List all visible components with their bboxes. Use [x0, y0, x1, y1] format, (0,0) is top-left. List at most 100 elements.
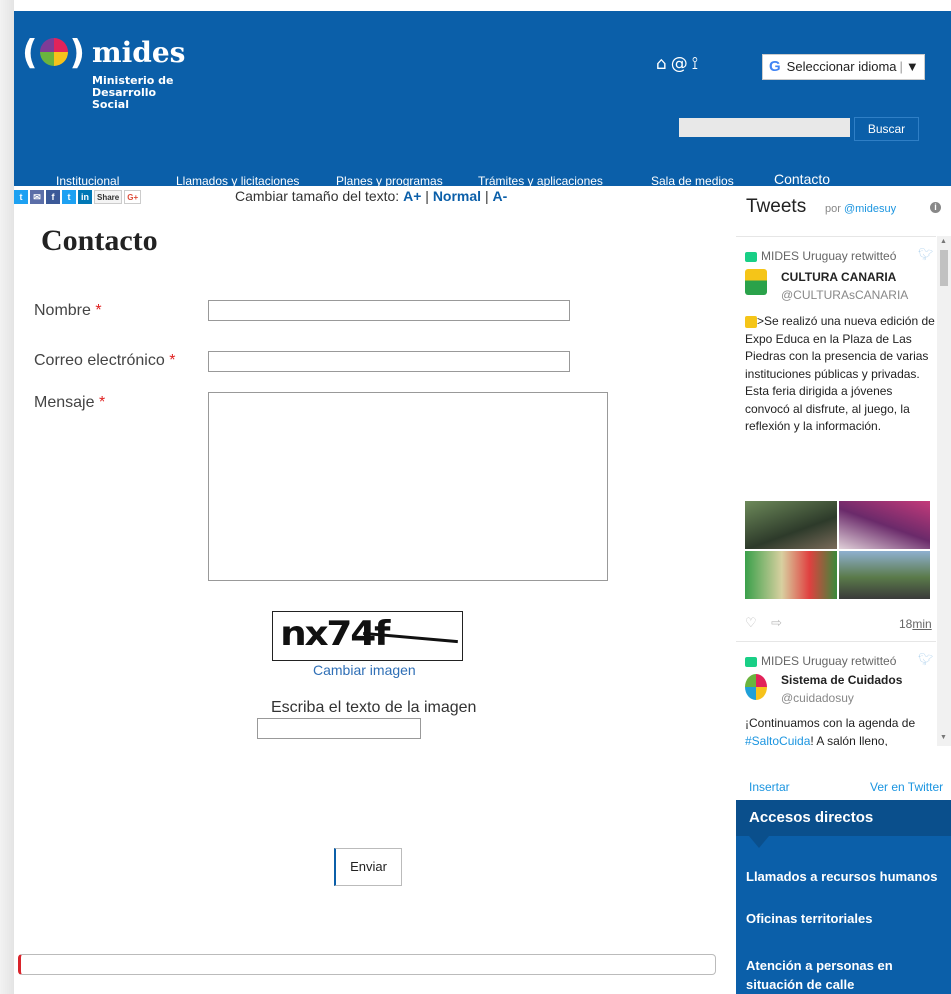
tweet-time-unit: min	[912, 617, 932, 631]
text-size-separator: |	[484, 188, 489, 204]
mides-logo[interactable]: () mides Ministerio de Desarrollo Social	[22, 33, 185, 118]
heart-icon[interactable]: ♡	[745, 615, 757, 630]
search-input[interactable]	[679, 118, 850, 137]
tweet-time[interactable]: 18min	[899, 617, 932, 631]
email-label: Correo electrónico *	[34, 352, 175, 370]
direct-access-panel: Accesos directos Llamados a recursos hum…	[736, 800, 951, 994]
avatar[interactable]	[745, 269, 767, 295]
retweet-label: MIDES Uruguay retwitteó	[745, 654, 896, 668]
message-label-text: Mensaje	[34, 394, 95, 411]
nav-item-sala-de-medios[interactable]: Sala de medios	[651, 174, 734, 188]
direct-access-item[interactable]: Llamados a recursos humanos	[746, 867, 946, 886]
email-field[interactable]	[208, 351, 570, 372]
logo-subtitle-line2: Desarrollo Social	[92, 86, 157, 111]
direct-access-item[interactable]: Atención a personas en situación de call…	[746, 956, 946, 994]
required-mark: *	[98, 394, 106, 411]
tweet-author-handle[interactable]: @cuidadosuy	[781, 691, 854, 705]
sitemap-icon[interactable]: ⟟	[692, 54, 702, 74]
text-size-larger[interactable]: A+	[403, 188, 421, 204]
email-icon[interactable]: ✉	[30, 190, 44, 204]
tweet-text-body: >Se realizó una nueva edición de Expo Ed…	[745, 314, 935, 433]
language-select[interactable]: G Seleccionar idioma | ▼	[762, 54, 925, 80]
text-size-smaller[interactable]: A-	[492, 188, 507, 204]
retweet-icon	[745, 656, 757, 667]
google-icon: G	[769, 58, 781, 75]
tweet-author-name[interactable]: CULTURA CANARIA	[781, 270, 896, 284]
tweet-feed-scrollbar[interactable]: ▲ ▼	[937, 236, 951, 746]
nav-item-institucional[interactable]: Institucional	[56, 174, 119, 188]
nav-item-llamados[interactable]: Llamados y licitaciones	[176, 174, 299, 188]
logo-subtitle: Ministerio de Desarrollo Social	[92, 75, 182, 111]
view-on-twitter-link[interactable]: Ver en Twitter	[870, 780, 943, 794]
twitter-share-icon[interactable]: t	[62, 190, 76, 204]
captcha-image: nx74f	[272, 611, 463, 661]
text-size-control: Cambiar tamaño del texto: A+ | Normal | …	[235, 188, 507, 204]
captcha-label: Escriba el texto de la imagen	[271, 699, 477, 716]
share-button[interactable]: Share	[94, 190, 123, 204]
submit-button[interactable]: Enviar	[334, 848, 402, 886]
tweet-photo[interactable]	[838, 501, 930, 549]
tweet-text: ¡Continuamos con la agenda de #SaltoCuid…	[745, 715, 935, 746]
direct-access-title: Accesos directos	[736, 800, 951, 836]
language-select-separator: |	[899, 59, 903, 74]
chevron-down-icon: ▼	[905, 59, 919, 74]
name-field[interactable]	[208, 300, 570, 321]
tweet-photo[interactable]	[745, 501, 837, 549]
retweet-label-text: MIDES Uruguay retwitteó	[761, 249, 897, 263]
tweet-photo[interactable]	[745, 551, 837, 599]
nav-item-contacto[interactable]: Contacto	[774, 171, 830, 187]
twitter-widget-footer: Insertar Ver en Twitter	[736, 780, 951, 802]
bottom-bar	[18, 954, 716, 975]
tweet-text-body: ¡Continuamos con la agenda de	[745, 716, 916, 730]
linkedin-icon[interactable]: in	[78, 190, 92, 204]
header-icons: ⌂@⟟	[656, 54, 702, 74]
twitter-bird-icon: 🐦︎	[918, 247, 934, 261]
nav-item-planes[interactable]: Planes y programas	[336, 174, 443, 188]
search-button[interactable]: Buscar	[854, 117, 919, 141]
captcha-input[interactable]	[257, 718, 421, 739]
share-icon[interactable]: ⇨	[771, 615, 782, 630]
home-icon[interactable]: ⌂	[656, 54, 671, 74]
text-size-label: Cambiar tamaño del texto:	[235, 188, 400, 204]
page: () mides Ministerio de Desarrollo Social…	[14, 0, 951, 994]
insert-link[interactable]: Insertar	[749, 780, 790, 794]
hashtag-link[interactable]: #SaltoCuida	[745, 734, 810, 747]
logo-mark: ()	[22, 33, 86, 73]
avatar[interactable]	[745, 674, 767, 700]
twitter-bird-icon: 🐦︎	[918, 652, 934, 666]
direct-access-notch	[749, 836, 769, 848]
tweet-photos[interactable]	[745, 501, 930, 599]
google-plus-button[interactable]: G+	[124, 190, 142, 204]
scroll-up-icon[interactable]: ▲	[940, 238, 947, 245]
retweet-icon	[745, 251, 757, 262]
at-icon[interactable]: @	[671, 54, 692, 74]
twitter-icon[interactable]: t	[14, 190, 28, 204]
tweet-photo[interactable]	[838, 551, 930, 599]
logo-flower-icon	[39, 37, 68, 66]
tweets-by-handle[interactable]: @midesuy	[844, 203, 896, 215]
direct-access-item[interactable]: Oficinas territoriales	[746, 909, 946, 928]
retweet-label-text: MIDES Uruguay retwitteó	[761, 654, 897, 668]
tweets-by-prefix: por	[825, 203, 841, 215]
required-mark: *	[169, 352, 176, 369]
page-title: Contacto	[41, 224, 158, 257]
message-textarea[interactable]	[208, 392, 608, 581]
language-select-label: Seleccionar idioma	[786, 59, 897, 74]
text-size-normal[interactable]: Normal	[433, 188, 481, 204]
emoji-icon	[745, 315, 757, 328]
tweet-author-name[interactable]: Sistema de Cuidados	[781, 673, 902, 687]
message-label: Mensaje *	[34, 394, 105, 412]
twitter-widget: Tweets por @midesuy i MIDES Uruguay retw…	[736, 188, 951, 794]
tweets-by: por @midesuy	[825, 203, 896, 215]
email-label-text: Correo electrónico	[34, 352, 165, 369]
scroll-down-icon[interactable]: ▼	[940, 734, 947, 741]
change-image-link[interactable]: Cambiar imagen	[313, 662, 416, 678]
tweet-text: >Se realizó una nueva edición de Expo Ed…	[745, 313, 935, 436]
scrollbar-thumb[interactable]	[940, 250, 948, 286]
nav-item-tramites[interactable]: Trámites y aplicaciones	[478, 174, 603, 188]
tweet-actions: ♡ ⇨	[745, 615, 782, 631]
info-icon[interactable]: i	[930, 202, 941, 213]
tweet-divider	[736, 641, 936, 642]
tweet-author-handle[interactable]: @CULTURAsCANARIA	[781, 288, 908, 302]
facebook-icon[interactable]: f	[46, 190, 60, 204]
